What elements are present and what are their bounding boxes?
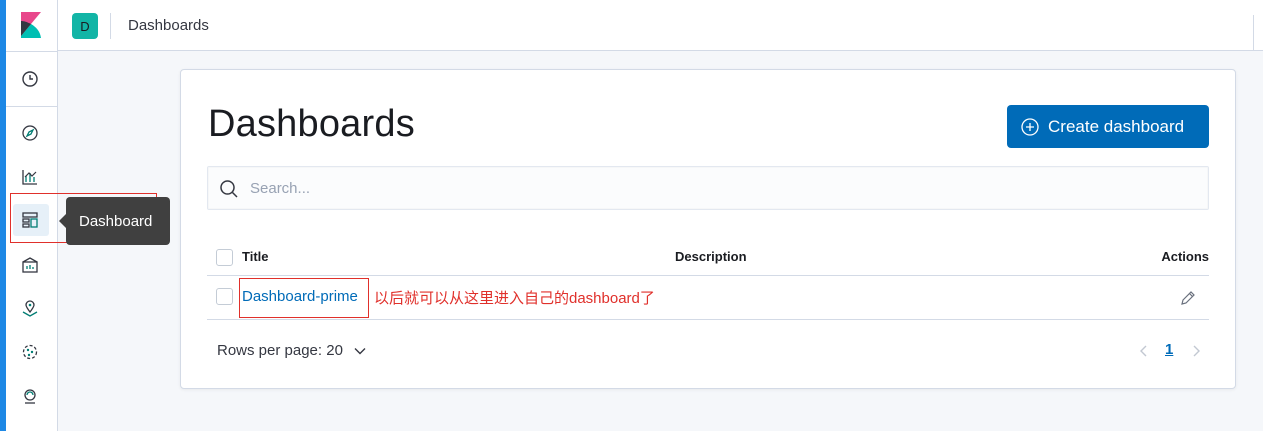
- kibana-logo-icon[interactable]: [18, 12, 44, 38]
- chevron-right-icon[interactable]: [1189, 344, 1203, 358]
- space-avatar[interactable]: D: [72, 13, 98, 39]
- compass-icon[interactable]: [19, 122, 41, 144]
- rows-per-page-button[interactable]: Rows per page: 20: [217, 342, 367, 359]
- search-box[interactable]: [207, 166, 1209, 210]
- annotation-text: 以后就可以从这里进入自己的dashboard了: [374, 290, 655, 307]
- dashboards-panel: Dashboards Create dashboard Title Descri…: [180, 69, 1236, 389]
- header-bar: D Dashboards: [58, 0, 1263, 51]
- breadcrumb: Dashboards: [128, 17, 209, 34]
- pencil-icon[interactable]: [1179, 289, 1197, 307]
- chevron-left-icon[interactable]: [1137, 344, 1151, 358]
- plus-circle-icon: [1021, 117, 1039, 136]
- nav-divider: [6, 51, 58, 52]
- maps-icon[interactable]: [19, 298, 41, 320]
- column-actions: Actions: [1161, 249, 1209, 264]
- clock-icon[interactable]: [19, 68, 41, 90]
- create-dashboard-button[interactable]: Create dashboard: [1007, 105, 1209, 148]
- create-dashboard-label: Create dashboard: [1048, 116, 1185, 136]
- canvas-icon[interactable]: [19, 254, 41, 276]
- nav-accent-strip: [0, 0, 6, 431]
- red-highlight-box: [239, 278, 369, 318]
- header-divider: [1253, 15, 1254, 51]
- pagination: 1: [1137, 341, 1201, 363]
- column-description: Description: [675, 249, 747, 264]
- search-input[interactable]: [250, 167, 1190, 209]
- table-header: Title Description Actions: [207, 240, 1209, 276]
- ml-icon[interactable]: [19, 341, 41, 363]
- page-title: Dashboards: [208, 103, 415, 145]
- row-checkbox[interactable]: [216, 288, 233, 305]
- header-divider: [110, 13, 111, 39]
- search-icon: [220, 180, 238, 198]
- column-title[interactable]: Title: [242, 249, 269, 264]
- nav-divider: [6, 106, 58, 107]
- visualize-icon[interactable]: [19, 166, 41, 188]
- chevron-down-icon: [354, 347, 366, 354]
- nav-tooltip: Dashboard: [66, 197, 170, 245]
- page-number[interactable]: 1: [1165, 341, 1173, 358]
- metrics-icon[interactable]: [19, 385, 41, 407]
- rows-per-page-label: Rows per page: 20: [217, 342, 343, 359]
- select-all-checkbox[interactable]: [216, 249, 233, 266]
- side-nav: [0, 0, 157, 431]
